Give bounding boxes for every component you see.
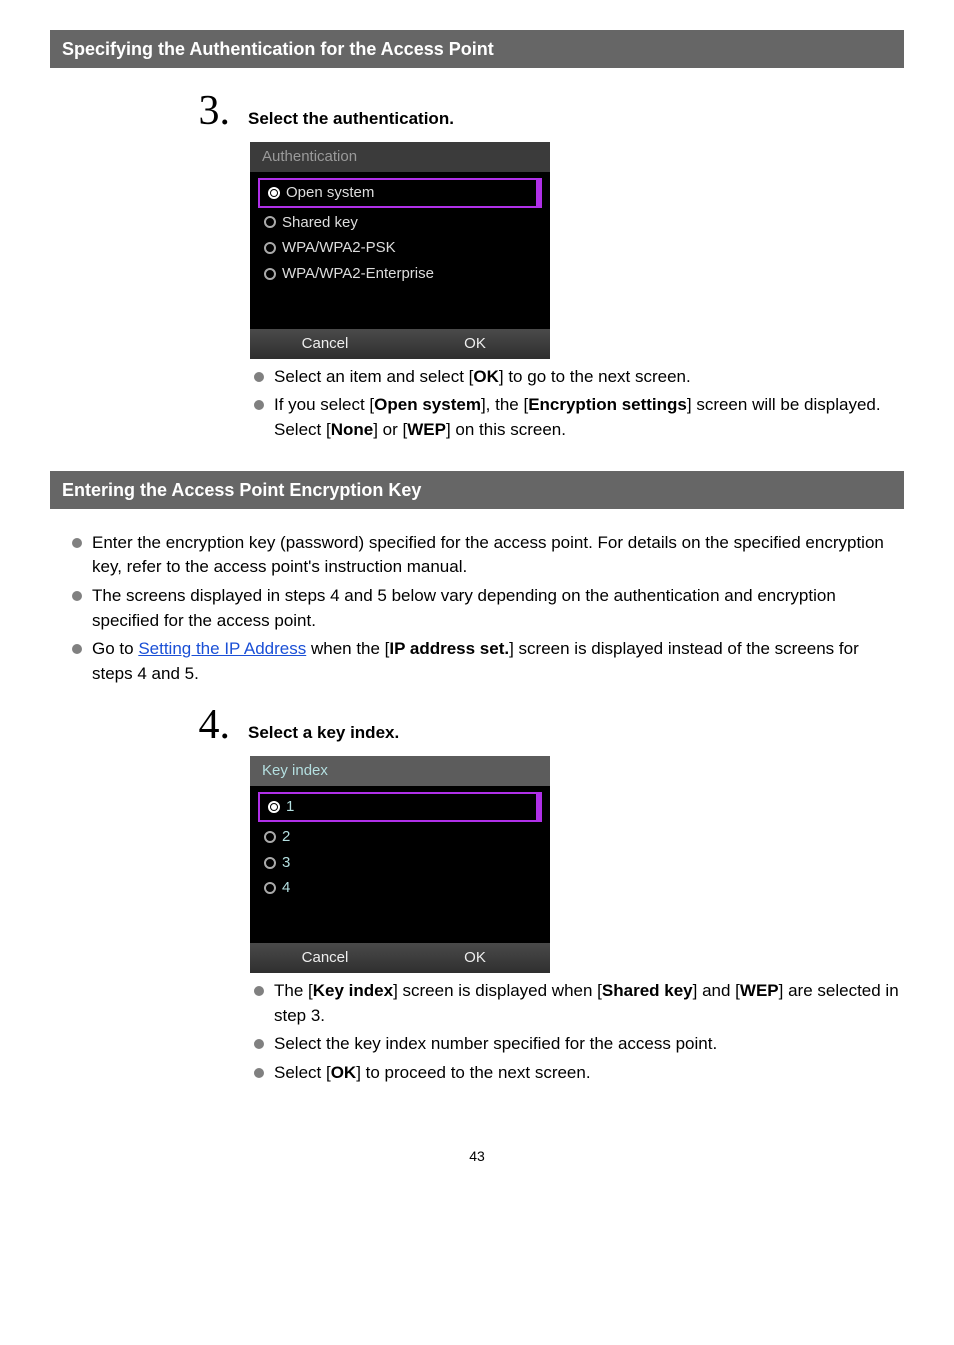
auth-cancel-button: Cancel bbox=[250, 329, 400, 359]
key-ok-button: OK bbox=[400, 943, 550, 973]
key-index-label: 3 bbox=[282, 852, 290, 874]
step-4-number: 4. bbox=[190, 704, 230, 746]
section-heading-auth: Specifying the Authentication for the Ac… bbox=[50, 30, 904, 68]
radio-unselected-icon bbox=[264, 857, 276, 869]
radio-unselected-icon bbox=[264, 242, 276, 254]
step-3-number: 3. bbox=[190, 90, 230, 132]
auth-option-shared-key: Shared key bbox=[254, 210, 546, 236]
auth-screenshot: Authentication Open system Shared key WP… bbox=[250, 142, 550, 359]
step-4: 4. Select a key index. Key index 1 2 3 4 bbox=[190, 704, 904, 1085]
auth-option-label: Shared key bbox=[282, 212, 358, 234]
step-3-title: Select the authentication. bbox=[248, 107, 454, 132]
radio-unselected-icon bbox=[264, 268, 276, 280]
key-index-option-2: 2 bbox=[254, 824, 546, 850]
intro-bullet-1: Enter the encryption key (password) spec… bbox=[68, 531, 904, 580]
radio-unselected-icon bbox=[264, 882, 276, 894]
section-heading-encryption-key: Entering the Access Point Encryption Key bbox=[50, 471, 904, 509]
intro-bullet-3: Go to Setting the IP Address when the [I… bbox=[68, 637, 904, 686]
key-index-option-3: 3 bbox=[254, 850, 546, 876]
radio-selected-icon bbox=[268, 187, 280, 199]
key-index-label: 4 bbox=[282, 877, 290, 899]
key-index-label: 2 bbox=[282, 826, 290, 848]
auth-screenshot-title: Authentication bbox=[250, 142, 550, 172]
auth-option-open-system: Open system bbox=[258, 178, 542, 208]
auth-option-label: WPA/WPA2-PSK bbox=[282, 237, 396, 259]
key-index-option-1: 1 bbox=[258, 792, 542, 822]
page-number: 43 bbox=[50, 1146, 904, 1166]
auth-option-wpa-psk: WPA/WPA2-PSK bbox=[254, 235, 546, 261]
setting-ip-address-link[interactable]: Setting the IP Address bbox=[138, 639, 306, 658]
radio-unselected-icon bbox=[264, 216, 276, 228]
intro-bullet-2: The screens displayed in steps 4 and 5 b… bbox=[68, 584, 904, 633]
step-3: 3. Select the authentication. Authentica… bbox=[190, 90, 904, 442]
step4-note-3: Select [OK] to proceed to the next scree… bbox=[250, 1061, 904, 1086]
step-4-title: Select a key index. bbox=[248, 721, 399, 746]
key-cancel-button: Cancel bbox=[250, 943, 400, 973]
auth-ok-button: OK bbox=[400, 329, 550, 359]
step3-note-2: If you select [Open system], the [Encryp… bbox=[250, 393, 904, 442]
key-index-label: 1 bbox=[286, 796, 294, 818]
radio-selected-icon bbox=[268, 801, 280, 813]
encryption-key-intro: Enter the encryption key (password) spec… bbox=[68, 531, 904, 687]
step4-note-2: Select the key index number specified fo… bbox=[250, 1032, 904, 1057]
step4-note-1: The [Key index] screen is displayed when… bbox=[250, 979, 904, 1028]
key-index-option-4: 4 bbox=[254, 875, 546, 901]
key-index-screenshot-title: Key index bbox=[250, 756, 550, 786]
step3-note-1: Select an item and select [OK] to go to … bbox=[250, 365, 904, 390]
radio-unselected-icon bbox=[264, 831, 276, 843]
auth-option-label: WPA/WPA2-Enterprise bbox=[282, 263, 434, 285]
key-index-screenshot: Key index 1 2 3 4 Cancel OK bbox=[250, 756, 550, 973]
auth-option-label: Open system bbox=[286, 182, 374, 204]
auth-option-wpa-enterprise: WPA/WPA2-Enterprise bbox=[254, 261, 546, 287]
